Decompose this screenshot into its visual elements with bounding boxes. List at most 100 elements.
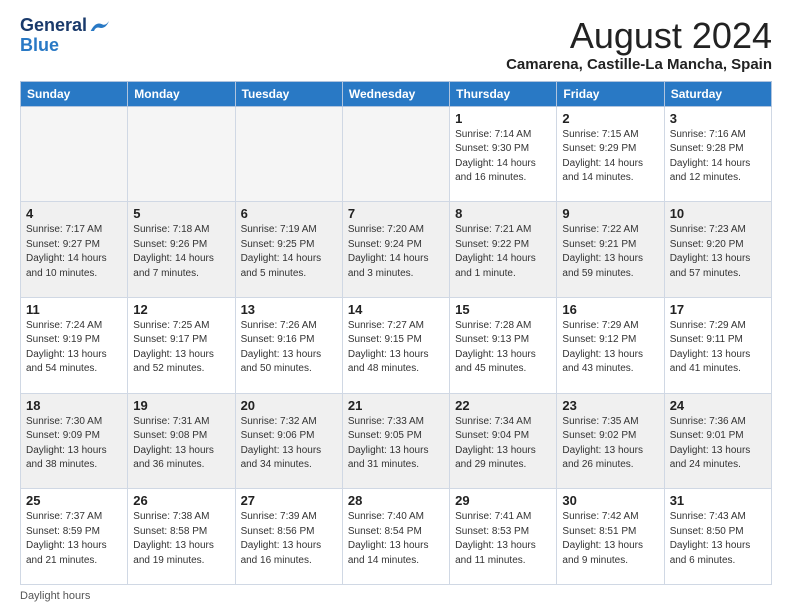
day-number: 7 <box>348 206 444 221</box>
day-number: 2 <box>562 111 658 126</box>
calendar-week-row: 18 Sunrise: 7:30 AMSunset: 9:09 PMDayligh… <box>21 393 772 489</box>
day-number: 12 <box>133 302 229 317</box>
logo-blue: Blue <box>20 36 59 56</box>
day-number: 31 <box>670 493 766 508</box>
day-info: Sunrise: 7:34 AMSunset: 9:04 PMDaylight:… <box>455 415 551 473</box>
day-info: Sunrise: 7:24 AMSunset: 9:19 PMDaylight:… <box>26 319 122 377</box>
calendar-day-cell: 29 Sunrise: 7:41 AMSunset: 8:53 PMDayligh… <box>450 489 557 585</box>
day-number: 15 <box>455 302 551 317</box>
day-number: 19 <box>133 398 229 413</box>
calendar-day-cell: 31Sunrise: 7:43 AMSunset: 8:50 PMDayligh… <box>664 489 771 585</box>
day-info: Sunrise: 7:33 AMSunset: 9:05 PMDaylight:… <box>348 415 444 473</box>
calendar-day-cell: 27 Sunrise: 7:39 AMSunset: 8:56 PMDayligh… <box>235 489 342 585</box>
day-number: 23 <box>562 398 658 413</box>
header: General Blue August 2024 Camarena, Casti… <box>20 16 772 73</box>
day-number: 10 <box>670 206 766 221</box>
calendar-day-cell: 6 Sunrise: 7:19 AMSunset: 9:25 PMDaylight… <box>235 202 342 298</box>
day-number: 29 <box>455 493 551 508</box>
day-number: 20 <box>241 398 337 413</box>
calendar-day-cell: 2 Sunrise: 7:15 AMSunset: 9:29 PMDaylight… <box>557 106 664 202</box>
calendar-day-cell: 20 Sunrise: 7:32 AMSunset: 9:06 PMDayligh… <box>235 393 342 489</box>
title-block: August 2024 Camarena, Castille-La Mancha… <box>506 16 772 73</box>
location-title: Camarena, Castille-La Mancha, Spain <box>506 56 772 73</box>
day-number: 14 <box>348 302 444 317</box>
calendar-day-cell: 5 Sunrise: 7:18 AMSunset: 9:26 PMDaylight… <box>128 202 235 298</box>
calendar-day-cell: 21 Sunrise: 7:33 AMSunset: 9:05 PMDayligh… <box>342 393 449 489</box>
calendar-day-cell: 7 Sunrise: 7:20 AMSunset: 9:24 PMDaylight… <box>342 202 449 298</box>
day-info: Sunrise: 7:29 AMSunset: 9:12 PMDaylight:… <box>562 319 658 377</box>
day-info: Sunrise: 7:15 AMSunset: 9:29 PMDaylight:… <box>562 128 658 186</box>
day-info: Sunrise: 7:16 AMSunset: 9:28 PMDaylight:… <box>670 128 766 186</box>
day-info: Sunrise: 7:31 AMSunset: 9:08 PMDaylight:… <box>133 415 229 473</box>
calendar-day-cell: 26 Sunrise: 7:38 AMSunset: 8:58 PMDayligh… <box>128 489 235 585</box>
day-info: Sunrise: 7:39 AMSunset: 8:56 PMDaylight:… <box>241 510 337 568</box>
calendar-day-cell: 15 Sunrise: 7:28 AMSunset: 9:13 PMDayligh… <box>450 297 557 393</box>
day-number: 30 <box>562 493 658 508</box>
day-number: 22 <box>455 398 551 413</box>
logo: General Blue <box>20 16 109 56</box>
day-number: 8 <box>455 206 551 221</box>
day-number: 27 <box>241 493 337 508</box>
day-number: 11 <box>26 302 122 317</box>
day-number: 24 <box>670 398 766 413</box>
calendar-day-cell: 28 Sunrise: 7:40 AMSunset: 8:54 PMDayligh… <box>342 489 449 585</box>
calendar-day-cell <box>128 106 235 202</box>
day-info: Sunrise: 7:20 AMSunset: 9:24 PMDaylight:… <box>348 223 444 281</box>
page: General Blue August 2024 Camarena, Casti… <box>0 0 792 612</box>
calendar-day-cell: 10 Sunrise: 7:23 AMSunset: 9:20 PMDayligh… <box>664 202 771 298</box>
day-info: Sunrise: 7:22 AMSunset: 9:21 PMDaylight:… <box>562 223 658 281</box>
day-number: 13 <box>241 302 337 317</box>
day-number: 25 <box>26 493 122 508</box>
calendar-day-cell: 3 Sunrise: 7:16 AMSunset: 9:28 PMDaylight… <box>664 106 771 202</box>
calendar-week-row: 25 Sunrise: 7:37 AMSunset: 8:59 PMDayligh… <box>21 489 772 585</box>
day-info: Sunrise: 7:38 AMSunset: 8:58 PMDaylight:… <box>133 510 229 568</box>
calendar-day-cell: 8Sunrise: 7:21 AMSunset: 9:22 PMDaylight… <box>450 202 557 298</box>
day-info: Sunrise: 7:23 AMSunset: 9:20 PMDaylight:… <box>670 223 766 281</box>
day-info: Sunrise: 7:25 AMSunset: 9:17 PMDaylight:… <box>133 319 229 377</box>
calendar-day-cell <box>21 106 128 202</box>
calendar-week-row: 1 Sunrise: 7:14 AMSunset: 9:30 PMDaylight… <box>21 106 772 202</box>
calendar-day-cell: 23Sunrise: 7:35 AMSunset: 9:02 PMDayligh… <box>557 393 664 489</box>
calendar-day-cell: 24 Sunrise: 7:36 AMSunset: 9:01 PMDayligh… <box>664 393 771 489</box>
day-number: 17 <box>670 302 766 317</box>
day-info: Sunrise: 7:28 AMSunset: 9:13 PMDaylight:… <box>455 319 551 377</box>
logo-bird-icon <box>89 19 109 33</box>
logo-general: General <box>20 16 87 36</box>
calendar-day-cell: 19 Sunrise: 7:31 AMSunset: 9:08 PMDayligh… <box>128 393 235 489</box>
day-number: 26 <box>133 493 229 508</box>
day-info: Sunrise: 7:37 AMSunset: 8:59 PMDaylight:… <box>26 510 122 568</box>
calendar-day-cell: 25 Sunrise: 7:37 AMSunset: 8:59 PMDayligh… <box>21 489 128 585</box>
day-info: Sunrise: 7:30 AMSunset: 9:09 PMDaylight:… <box>26 415 122 473</box>
day-info: Sunrise: 7:19 AMSunset: 9:25 PMDaylight:… <box>241 223 337 281</box>
calendar-day-cell: 11 Sunrise: 7:24 AMSunset: 9:19 PMDayligh… <box>21 297 128 393</box>
day-info: Sunrise: 7:17 AMSunset: 9:27 PMDaylight:… <box>26 223 122 281</box>
calendar-week-row: 4Sunrise: 7:17 AMSunset: 9:27 PMDaylight… <box>21 202 772 298</box>
day-number: 16 <box>562 302 658 317</box>
day-info: Sunrise: 7:29 AMSunset: 9:11 PMDaylight:… <box>670 319 766 377</box>
calendar-day-cell: 16 Sunrise: 7:29 AMSunset: 9:12 PMDayligh… <box>557 297 664 393</box>
col-wednesday: Wednesday <box>342 81 449 106</box>
day-number: 18 <box>26 398 122 413</box>
calendar-table: Sunday Monday Tuesday Wednesday Thursday… <box>20 81 772 585</box>
col-thursday: Thursday <box>450 81 557 106</box>
day-info: Sunrise: 7:40 AMSunset: 8:54 PMDaylight:… <box>348 510 444 568</box>
day-number: 1 <box>455 111 551 126</box>
day-number: 5 <box>133 206 229 221</box>
footer-note: Daylight hours <box>20 590 772 602</box>
calendar-day-cell: 4Sunrise: 7:17 AMSunset: 9:27 PMDaylight… <box>21 202 128 298</box>
day-info: Sunrise: 7:26 AMSunset: 9:16 PMDaylight:… <box>241 319 337 377</box>
day-info: Sunrise: 7:32 AMSunset: 9:06 PMDaylight:… <box>241 415 337 473</box>
day-number: 21 <box>348 398 444 413</box>
day-number: 28 <box>348 493 444 508</box>
day-info: Sunrise: 7:41 AMSunset: 8:53 PMDaylight:… <box>455 510 551 568</box>
calendar-day-cell: 18 Sunrise: 7:30 AMSunset: 9:09 PMDayligh… <box>21 393 128 489</box>
day-info: Sunrise: 7:18 AMSunset: 9:26 PMDaylight:… <box>133 223 229 281</box>
month-title: August 2024 <box>506 16 772 56</box>
calendar-header-row: Sunday Monday Tuesday Wednesday Thursday… <box>21 81 772 106</box>
calendar-day-cell: 30Sunrise: 7:42 AMSunset: 8:51 PMDayligh… <box>557 489 664 585</box>
day-info: Sunrise: 7:36 AMSunset: 9:01 PMDaylight:… <box>670 415 766 473</box>
day-number: 3 <box>670 111 766 126</box>
col-tuesday: Tuesday <box>235 81 342 106</box>
day-info: Sunrise: 7:14 AMSunset: 9:30 PMDaylight:… <box>455 128 551 186</box>
day-number: 6 <box>241 206 337 221</box>
